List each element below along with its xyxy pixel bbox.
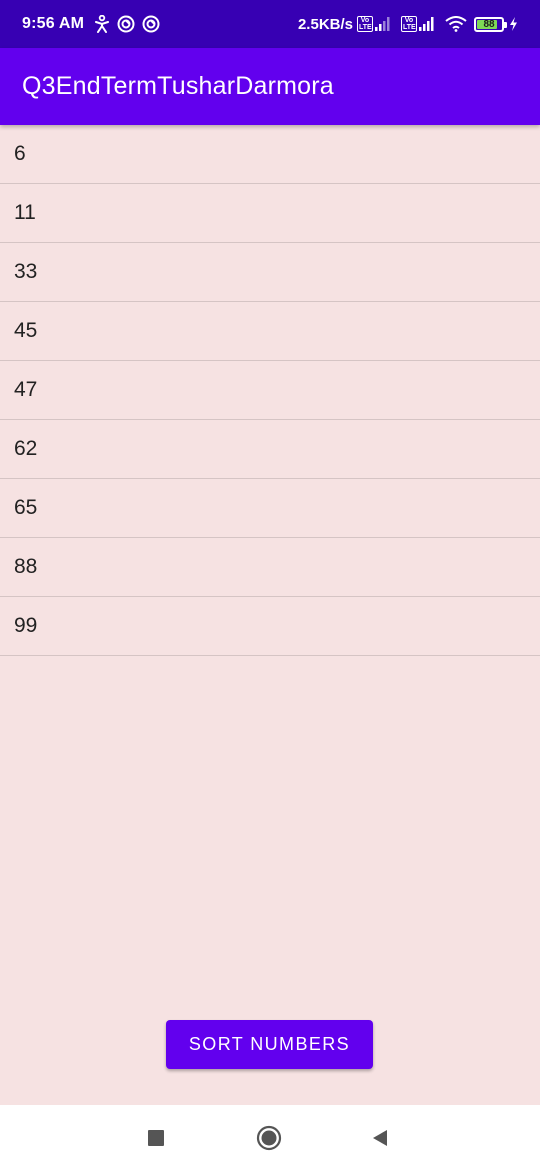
charging-icon xyxy=(509,17,518,31)
list-item[interactable]: 11 xyxy=(0,184,540,243)
list-item[interactable]: 62 xyxy=(0,420,540,479)
volte-label-bottom: LTE xyxy=(359,24,372,31)
list-item[interactable]: 88 xyxy=(0,538,540,597)
list-item-label: 45 xyxy=(14,319,38,342)
volte-icon: Vo LTE xyxy=(401,16,417,32)
status-time: 9:56 AM xyxy=(22,15,85,32)
sort-numbers-button[interactable]: SORT NUMBERS xyxy=(166,1020,373,1069)
sync-icon xyxy=(117,15,135,33)
status-left: 9:56 AM xyxy=(22,15,167,33)
list-item-label: 33 xyxy=(14,260,38,283)
battery-icon: 88 xyxy=(474,16,507,32)
battery-level: 88 xyxy=(483,18,495,30)
list-item-label: 62 xyxy=(14,437,38,460)
list-item-label: 99 xyxy=(14,614,38,637)
recents-icon[interactable] xyxy=(126,1105,186,1170)
app-title: Q3EndTermTusharDarmora xyxy=(22,72,334,100)
volte-label-bottom: LTE xyxy=(403,24,416,31)
navigation-bar xyxy=(0,1105,540,1170)
list-item-label: 65 xyxy=(14,496,38,519)
status-right: 2.5KB/s Vo LTE Vo LTE 88 xyxy=(298,16,518,33)
home-icon[interactable] xyxy=(239,1105,299,1170)
network-speed: 2.5KB/s xyxy=(297,15,353,33)
number-list: 6 11 33 45 47 62 65 88 99 xyxy=(0,125,540,656)
list-item-label: 6 xyxy=(14,142,26,165)
accessibility-icon xyxy=(94,15,110,33)
back-icon[interactable] xyxy=(350,1105,410,1170)
wifi-icon xyxy=(445,16,467,32)
list-item-label: 11 xyxy=(14,201,36,224)
list-item[interactable]: 45 xyxy=(0,302,540,361)
list-item-label: 88 xyxy=(14,555,38,578)
volte-icon: Vo LTE xyxy=(357,16,373,32)
volte-label-top: Vo xyxy=(360,17,370,24)
list-item[interactable]: 33 xyxy=(0,243,540,302)
app-bar: Q3EndTermTusharDarmora xyxy=(0,48,540,125)
signal-icon xyxy=(419,17,435,31)
list-item-label: 47 xyxy=(14,378,38,401)
list-item[interactable]: 65 xyxy=(0,479,540,538)
list-item[interactable]: 6 xyxy=(0,125,540,184)
list-item[interactable]: 99 xyxy=(0,597,540,656)
status-bar: 9:56 AM 2.5KB/s Vo LTE Vo LTE 88 xyxy=(0,0,540,48)
sync-icon xyxy=(142,15,160,33)
volte-label-top: Vo xyxy=(404,17,414,24)
list-item[interactable]: 47 xyxy=(0,361,540,420)
signal-icon xyxy=(375,17,391,31)
